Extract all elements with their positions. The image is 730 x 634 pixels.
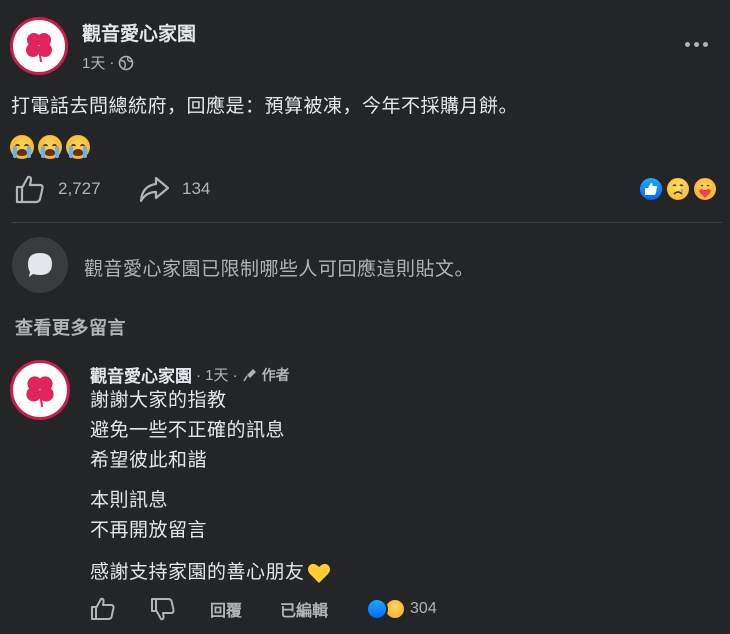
comment-like-icon[interactable] (90, 596, 116, 622)
meta-separator: · (109, 54, 115, 71)
like-count: 2,727 (58, 179, 101, 198)
comment-dislike-icon[interactable] (150, 596, 176, 622)
post-divider (12, 222, 722, 223)
crying-face-icon (66, 135, 90, 159)
speech-bubble-icon (28, 253, 52, 277)
comment-actions: 回覆 已編輯 304 (90, 596, 437, 622)
post-meta: 1天 · (82, 52, 134, 73)
page-avatar[interactable] (10, 17, 68, 75)
like-reaction-icon (366, 598, 389, 620)
clover-logo-icon (26, 33, 52, 63)
author-badge: 作者 (261, 366, 290, 383)
comment-header: 觀音愛心家園 · 1天 · 作者 (90, 362, 290, 387)
comment-time[interactable]: · 1天 · (196, 364, 238, 385)
post-text: 打電話去問總統府，回應是：預算被凍，今年不採購月餅。 (11, 96, 519, 117)
more-dots-icon (684, 41, 708, 47)
edited-label[interactable]: 已編輯 (280, 597, 328, 621)
clover-logo-icon (26, 376, 54, 407)
comment-thanks-line: 感謝支持家園的善心朋友 (90, 558, 331, 588)
like-button[interactable]: 2,727 (14, 174, 101, 204)
comment-line: 避免一些不正確的訊息 (90, 420, 286, 441)
comment-line: 謝謝大家的指教 (90, 390, 227, 411)
comment-line: 本則訊息 (90, 490, 169, 511)
comment-body: 謝謝大家的指教 避免一些不正確的訊息 希望彼此和諧 本則訊息 不再開放留言 感謝… (90, 386, 331, 588)
post-time[interactable]: 1天 (82, 52, 105, 73)
more-options-button[interactable] (680, 32, 712, 56)
comment-author-avatar[interactable] (10, 360, 70, 420)
share-arrow-icon (139, 176, 170, 203)
like-reaction-icon (638, 176, 664, 202)
restricted-comment-avatar (12, 237, 68, 293)
share-button[interactable]: 134 (138, 174, 210, 204)
post-emoji-row (10, 135, 94, 159)
restriction-notice: 觀音愛心家園已限制哪些人可回應這則貼文。 (84, 259, 475, 280)
yellow-heart-icon (307, 563, 330, 583)
comment-reaction-count: 304 (410, 600, 437, 617)
comment-author-name[interactable]: 觀音愛心家園 (90, 362, 192, 387)
comment-line: 希望彼此和諧 (90, 450, 208, 471)
comment-line: 不再開放留言 (90, 520, 208, 541)
thumbs-up-icon (15, 175, 44, 204)
share-count: 134 (182, 179, 211, 198)
post-reactions[interactable] (636, 175, 720, 205)
care-reaction-icon (692, 176, 718, 202)
globe-icon (119, 55, 134, 70)
microphone-icon (242, 368, 256, 381)
reply-button[interactable]: 回覆 (210, 597, 242, 621)
view-more-comments-link[interactable]: 查看更多留言 (15, 314, 126, 340)
comment-reactions[interactable] (366, 597, 414, 621)
crying-face-icon (10, 135, 34, 159)
sad-reaction-icon (665, 176, 691, 202)
crying-face-icon (38, 135, 62, 159)
page-name[interactable]: 觀音愛心家園 (82, 19, 196, 46)
comment-thanks-text: 感謝支持家園的善心朋友 (90, 562, 305, 583)
